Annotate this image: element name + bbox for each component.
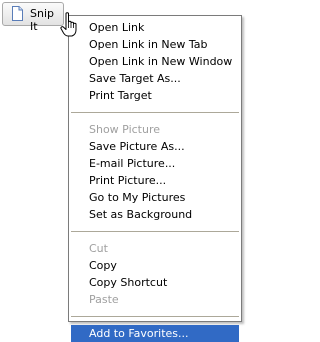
context-menu: Open Link Open Link in New Tab Open Link… xyxy=(68,15,242,342)
menu-separator xyxy=(71,112,239,113)
menu-item-cut: Cut xyxy=(89,242,108,255)
menu-separator xyxy=(71,231,239,232)
menu-item-print-target[interactable]: Print Target xyxy=(71,87,239,104)
menu-separator xyxy=(71,316,239,317)
menu-item-set-as-background[interactable]: Set as Background xyxy=(71,206,239,223)
menu-item-email-picture[interactable]: E-mail Picture... xyxy=(71,155,239,172)
snip-it-label: Snip It xyxy=(30,7,54,33)
menu-item-print-picture[interactable]: Print Picture... xyxy=(71,172,239,189)
menu-item-go-to-my-pictures[interactable]: Go to My Pictures xyxy=(71,189,239,206)
menu-item-copy-shortcut[interactable]: Copy Shortcut xyxy=(71,274,239,291)
menu-group-edit: Cut Copy Copy Shortcut Paste xyxy=(71,240,239,308)
menu-item-show-picture: Show Picture xyxy=(89,123,161,136)
menu-item-open-link[interactable]: Open Link xyxy=(71,19,239,36)
menu-item-paste: Paste xyxy=(89,293,119,306)
snip-it-button[interactable]: Snip It xyxy=(2,2,64,33)
menu-group-picture: Show Picture Save Picture As... E-mail P… xyxy=(71,121,239,223)
menu-item-copy[interactable]: Copy xyxy=(71,257,239,274)
menu-item-add-to-favorites[interactable]: Add to Favorites... xyxy=(71,325,239,342)
menu-group-favorites: Add to Favorites... xyxy=(71,325,239,342)
menu-item-open-link-new-window[interactable]: Open Link in New Window xyxy=(71,53,239,70)
menu-item-open-link-new-tab[interactable]: Open Link in New Tab xyxy=(71,36,239,53)
menu-group-link: Open Link Open Link in New Tab Open Link… xyxy=(71,16,239,104)
menu-item-save-target-as[interactable]: Save Target As... xyxy=(71,70,239,87)
menu-item-save-picture-as[interactable]: Save Picture As... xyxy=(71,138,239,155)
